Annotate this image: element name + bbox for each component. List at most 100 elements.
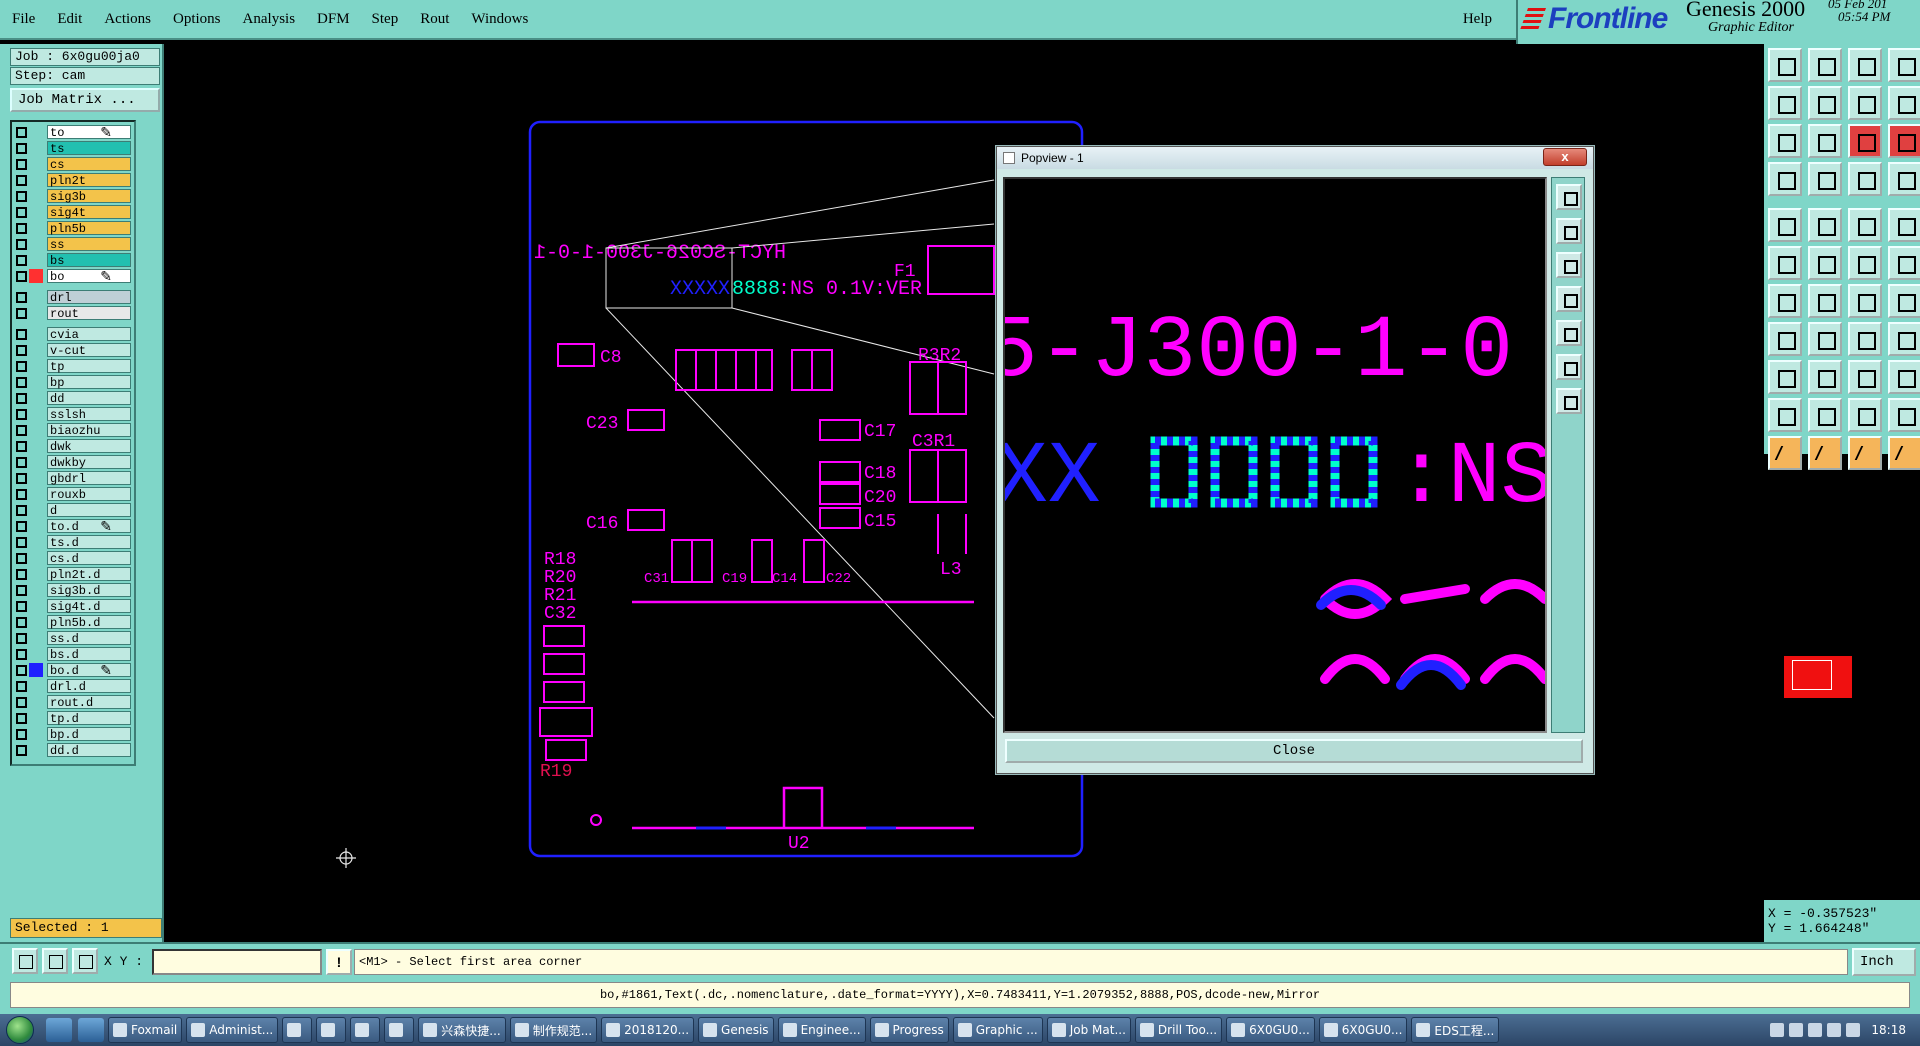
tool-icon[interactable]: [1768, 246, 1802, 280]
taskbar-button[interactable]: 制作规范...: [509, 1017, 598, 1043]
layer-name[interactable]: cvia: [47, 327, 131, 342]
taskbar-button[interactable]: [282, 1017, 313, 1043]
layer-name[interactable]: biaozhu: [47, 423, 131, 438]
info-button[interactable]: !: [326, 949, 352, 975]
layer-row[interactable]: rout: [16, 305, 134, 321]
unit-selector[interactable]: Inch: [1852, 948, 1916, 976]
layer-checkbox[interactable]: [16, 616, 27, 628]
taskbar-button[interactable]: [316, 1017, 347, 1043]
tool-icon[interactable]: [1768, 208, 1802, 242]
layer-name[interactable]: drl: [47, 290, 131, 305]
layer-row[interactable]: cs: [16, 156, 134, 172]
pv-fit-icon[interactable]: [1556, 184, 1582, 210]
layer-name[interactable]: to.d: [47, 519, 131, 534]
layer-name[interactable]: d: [47, 503, 131, 518]
layer-name[interactable]: v-cut: [47, 343, 131, 358]
layer-row[interactable]: bs.d: [16, 646, 134, 662]
layer-checkbox[interactable]: [16, 712, 27, 724]
layer-checkbox[interactable]: [16, 360, 27, 372]
layer-checkbox[interactable]: [16, 291, 27, 303]
layer-checkbox[interactable]: [16, 664, 27, 676]
layer-row[interactable]: dd: [16, 390, 134, 406]
layer-row[interactable]: cs.d: [16, 550, 134, 566]
layer-name[interactable]: bs: [47, 253, 131, 268]
layer-row[interactable]: pln2t: [16, 172, 134, 188]
job-matrix-button[interactable]: Job Matrix ...: [10, 88, 160, 112]
layer-row[interactable]: drl: [16, 289, 134, 305]
tool-icon[interactable]: [1808, 162, 1842, 196]
tool-icon[interactable]: [1888, 436, 1920, 470]
taskbar-button[interactable]: 6X0GU0...: [1318, 1017, 1408, 1043]
pv-zoom-in-icon[interactable]: [1556, 218, 1582, 244]
ie-icon[interactable]: [46, 1018, 72, 1042]
layer-name[interactable]: bs.d: [47, 647, 131, 662]
layer-row[interactable]: ss.d: [16, 630, 134, 646]
layer-name[interactable]: dwkby: [47, 455, 131, 470]
menu-dfm[interactable]: DFM: [305, 11, 360, 28]
layer-checkbox[interactable]: [16, 632, 27, 644]
clock[interactable]: 18:18: [1871, 1023, 1906, 1037]
layer-name[interactable]: ss: [47, 237, 131, 252]
layer-name[interactable]: dwk: [47, 439, 131, 454]
layer-checkbox[interactable]: [16, 408, 27, 420]
tool-icon[interactable]: [1848, 398, 1882, 432]
layer-name[interactable]: cs: [47, 157, 131, 172]
layer-checkbox[interactable]: [16, 744, 27, 756]
layer-name[interactable]: sig3b.d: [47, 583, 131, 598]
layer-name[interactable]: drl.d: [47, 679, 131, 694]
tool-icon[interactable]: [1848, 436, 1882, 470]
layer-row[interactable]: v-cut: [16, 342, 134, 358]
layer-row[interactable]: rout.d: [16, 694, 134, 710]
layer-checkbox[interactable]: [16, 222, 27, 234]
popview-zoom-view[interactable]: 5-J300-1-0 XX :NS: [1003, 177, 1547, 733]
layer-name[interactable]: pln2t.d: [47, 567, 131, 582]
tool-icon[interactable]: [1768, 162, 1802, 196]
layer-checkbox[interactable]: [16, 424, 27, 436]
tool-icon[interactable]: [1808, 246, 1842, 280]
tool-icon[interactable]: [1888, 86, 1920, 120]
tool-icon[interactable]: [1808, 322, 1842, 356]
taskbar-button[interactable]: 2018120...: [601, 1017, 695, 1043]
layer-checkbox[interactable]: [16, 504, 27, 516]
layer-row[interactable]: ts: [16, 140, 134, 156]
layer-checkbox[interactable]: [16, 392, 27, 404]
tool-icon[interactable]: [1888, 246, 1920, 280]
layer-row[interactable]: cvia: [16, 326, 134, 342]
tool-icon[interactable]: [1848, 208, 1882, 242]
tool-icon[interactable]: [1808, 48, 1842, 82]
layer-name[interactable]: pln5b: [47, 221, 131, 236]
layer-checkbox[interactable]: [16, 520, 27, 532]
layer-name[interactable]: dd.d: [47, 743, 131, 758]
tool-icon[interactable]: [1768, 86, 1802, 120]
layer-row[interactable]: dwkby: [16, 454, 134, 470]
layer-name[interactable]: ts.d: [47, 535, 131, 550]
taskbar-button[interactable]: 兴森快捷...: [418, 1017, 506, 1043]
layer-checkbox[interactable]: [16, 456, 27, 468]
layer-checkbox[interactable]: [16, 648, 27, 660]
layer-checkbox[interactable]: [16, 488, 27, 500]
layer-row[interactable]: sig4t.d: [16, 598, 134, 614]
layer-row[interactable]: sig4t: [16, 204, 134, 220]
layer-checkbox[interactable]: [16, 376, 27, 388]
taskbar-button[interactable]: Foxmail: [108, 1017, 183, 1043]
layer-checkbox[interactable]: [16, 536, 27, 548]
xy-input[interactable]: [152, 949, 322, 975]
layer-checkbox[interactable]: [16, 142, 27, 154]
taskbar-button[interactable]: [384, 1017, 415, 1043]
tool-icon[interactable]: [1768, 436, 1802, 470]
line-mode-icon[interactable]: [42, 948, 68, 974]
layer-row[interactable]: pln5b.d: [16, 614, 134, 630]
layer-row[interactable]: sslsh: [16, 406, 134, 422]
layer-row[interactable]: pln5b: [16, 220, 134, 236]
layer-name[interactable]: bp.d: [47, 727, 131, 742]
pv-pan-left-icon[interactable]: [1556, 286, 1582, 312]
layer-checkbox[interactable]: [16, 600, 27, 612]
layer-checkbox[interactable]: [16, 270, 27, 282]
tool-icon[interactable]: [1768, 124, 1802, 158]
layer-name[interactable]: dd: [47, 391, 131, 406]
menu-options[interactable]: Options: [161, 11, 231, 28]
layer-row[interactable]: to.d ✎: [16, 518, 134, 535]
layer-checkbox[interactable]: [16, 680, 27, 692]
layer-name[interactable]: tp.d: [47, 711, 131, 726]
network-icon[interactable]: [1808, 1023, 1823, 1037]
